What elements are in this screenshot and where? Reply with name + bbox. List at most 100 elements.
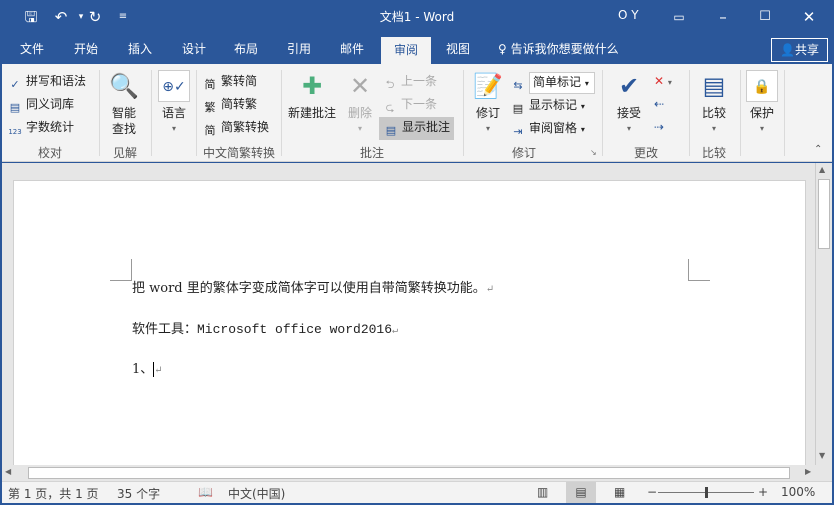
horizontal-scrollbar[interactable]: ◀ ▶	[2, 465, 832, 481]
label: 下一条	[401, 97, 438, 111]
lock-icon: 🔒	[746, 70, 778, 102]
zoom-out-icon[interactable]: −	[647, 485, 657, 499]
document-page[interactable]: 把 word 里的繁体字变成简体字可以使用自带简繁转换功能。↵ 软件工具：Mic…	[13, 180, 806, 470]
dropdown-icon: ▾	[580, 125, 585, 134]
scroll-thumb[interactable]	[28, 467, 790, 479]
word-count-button[interactable]: 123 字数统计	[7, 118, 74, 140]
markup-select[interactable]: ⇆ 简单标记 ▾	[510, 72, 595, 94]
markup-icon: ⇆	[513, 79, 523, 92]
document-area: 把 word 里的繁体字变成简体字可以使用自带简繁转换功能。↵ 软件工具：Mic…	[2, 163, 815, 470]
separator	[151, 70, 152, 156]
tell-me-search[interactable]: ♀ 告诉我你想要做什么	[490, 34, 627, 64]
next-comment-button[interactable]: ⮎ 下一条	[382, 95, 437, 116]
language-status[interactable]: 中文(中国)	[228, 485, 285, 502]
label: 简转繁	[221, 97, 258, 111]
paragraph-2[interactable]: 软件工具：Microsoft office word2016↵	[132, 318, 398, 337]
tab-mailings[interactable]: 邮件	[332, 34, 372, 64]
paragraph-mark: ↵	[392, 326, 399, 337]
word-count-icon: 123	[8, 128, 22, 136]
scroll-right-icon[interactable]: ▶	[805, 467, 811, 476]
crop-mark	[110, 259, 132, 281]
paragraph-1[interactable]: 把 word 里的繁体字变成简体字可以使用自带简繁转换功能。↵	[132, 277, 494, 296]
label: 显示批注	[402, 120, 451, 134]
group-label-chinese: 中文简繁转换	[202, 146, 275, 160]
tab-home[interactable]: 开始	[66, 34, 106, 64]
trad-to-simp-button[interactable]: 简繁转简	[202, 72, 258, 93]
previous-change-icon[interactable]: ⇠	[654, 95, 664, 113]
label: 上一条	[401, 74, 438, 88]
reviewing-pane-button[interactable]: ⇥ 审阅窗格 ▾	[510, 119, 585, 140]
paragraph-mark: ↵	[154, 365, 163, 376]
scroll-down-icon[interactable]: ▼	[819, 451, 825, 460]
tell-me-text: 告诉我你想要做什么	[510, 42, 619, 56]
label: 显示标记	[529, 98, 578, 112]
tab-design[interactable]: 设计	[174, 34, 214, 64]
reject-button[interactable]: ✕ ▾	[654, 72, 672, 92]
web-layout-icon[interactable]: ▦	[614, 485, 625, 499]
zoom-level[interactable]: 100%	[781, 485, 815, 499]
search-info-icon: 🔍	[109, 72, 139, 100]
group-label-compare: 比较	[701, 146, 726, 160]
tab-view[interactable]: 视图	[438, 34, 478, 64]
tab-insert[interactable]: 插入	[120, 34, 160, 64]
ribbon-tabs: 文件 开始 插入 设计 布局 引用 邮件 审阅 视图 ♀ 告诉我你想要做什么 👤…	[0, 34, 834, 64]
zoom-slider-thumb[interactable]	[705, 487, 708, 498]
tab-layout[interactable]: 布局	[226, 34, 266, 64]
tab-references[interactable]: 引用	[279, 34, 319, 64]
maximize-icon[interactable]: ☐	[754, 6, 776, 28]
previous-icon: ⮌	[385, 78, 395, 91]
zoom-in-icon[interactable]: +	[758, 485, 768, 499]
label: 繁转简	[221, 74, 258, 88]
language-icon: ⊕✓	[158, 70, 190, 102]
close-icon[interactable]: ✕	[798, 6, 820, 28]
new-comment-icon: ✚	[301, 72, 323, 100]
group-label-changes: 更改	[633, 146, 658, 160]
scroll-thumb[interactable]	[818, 179, 830, 249]
dropdown-icon: ▾	[171, 124, 176, 133]
read-mode-icon[interactable]: ▥	[537, 485, 548, 499]
delete-comment-button[interactable]: ✕ 删除 ▾	[342, 70, 378, 137]
label: 审阅窗格	[529, 121, 578, 135]
thesaurus-button[interactable]: ▤ 同义词库	[7, 95, 74, 116]
label: 字数统计	[26, 120, 75, 134]
collapse-ribbon-icon[interactable]: ⌃	[814, 144, 822, 155]
separator	[196, 70, 197, 156]
trad-to-simp-icon: 简	[204, 78, 216, 91]
dropdown-icon: ▾	[759, 124, 764, 133]
scroll-up-icon[interactable]: ▲	[819, 165, 825, 174]
share-button[interactable]: 👤共享	[771, 38, 828, 62]
spelling-grammar-button[interactable]: ✓ 拼写和语法	[7, 72, 86, 93]
track-changes-button[interactable]: 📝 修订 ▾	[468, 70, 508, 137]
group-label-insights: 见解	[112, 146, 137, 160]
lightbulb-icon: ♀	[498, 42, 507, 56]
vertical-scrollbar[interactable]: ▲ ▼	[815, 163, 832, 465]
protect-button[interactable]: 🔒 保护 ▾	[744, 70, 780, 137]
dialog-launcher-icon[interactable]: ↘	[590, 148, 597, 157]
tab-review[interactable]: 审阅	[381, 37, 432, 64]
minimize-icon[interactable]: –	[712, 6, 734, 28]
proofing-icon[interactable]: 📖	[198, 485, 213, 499]
paragraph-3[interactable]: 1、↵	[132, 358, 163, 377]
label: 语言	[161, 106, 186, 120]
show-comments-button[interactable]: ▤ 显示批注	[379, 117, 455, 140]
word-count[interactable]: 35 个字	[117, 485, 160, 502]
ribbon-display-icon[interactable]: ▭	[668, 6, 690, 28]
scroll-left-icon[interactable]: ◀	[5, 467, 11, 476]
next-change-icon[interactable]: ⇢	[654, 118, 664, 136]
language-button[interactable]: ⊕✓ 语言 ▾	[156, 70, 192, 137]
new-comment-button[interactable]: ✚ 新建批注	[285, 70, 339, 121]
tab-file[interactable]: 文件	[12, 34, 52, 64]
compare-button[interactable]: ▤ 比较 ▾	[694, 70, 734, 137]
show-markup-button[interactable]: ▤ 显示标记 ▾	[510, 96, 585, 117]
paragraph-text: 软件工具：Microsoft office word2016	[132, 322, 393, 337]
dropdown-icon: ▾	[580, 102, 585, 111]
print-layout-icon[interactable]: ▤	[566, 482, 596, 503]
user-name[interactable]: O Y	[618, 8, 639, 22]
convert-button[interactable]: 简简繁转换	[202, 118, 270, 139]
next-icon: ⮎	[385, 101, 395, 114]
page-count[interactable]: 第 1 页，共 1 页	[8, 485, 99, 502]
previous-comment-button[interactable]: ⮌ 上一条	[382, 72, 437, 93]
simp-to-trad-button[interactable]: 繁简转繁	[202, 95, 258, 116]
smart-lookup-button[interactable]: 🔍 智能 查找	[104, 70, 144, 137]
accept-button[interactable]: ✔ 接受 ▾	[609, 70, 649, 137]
